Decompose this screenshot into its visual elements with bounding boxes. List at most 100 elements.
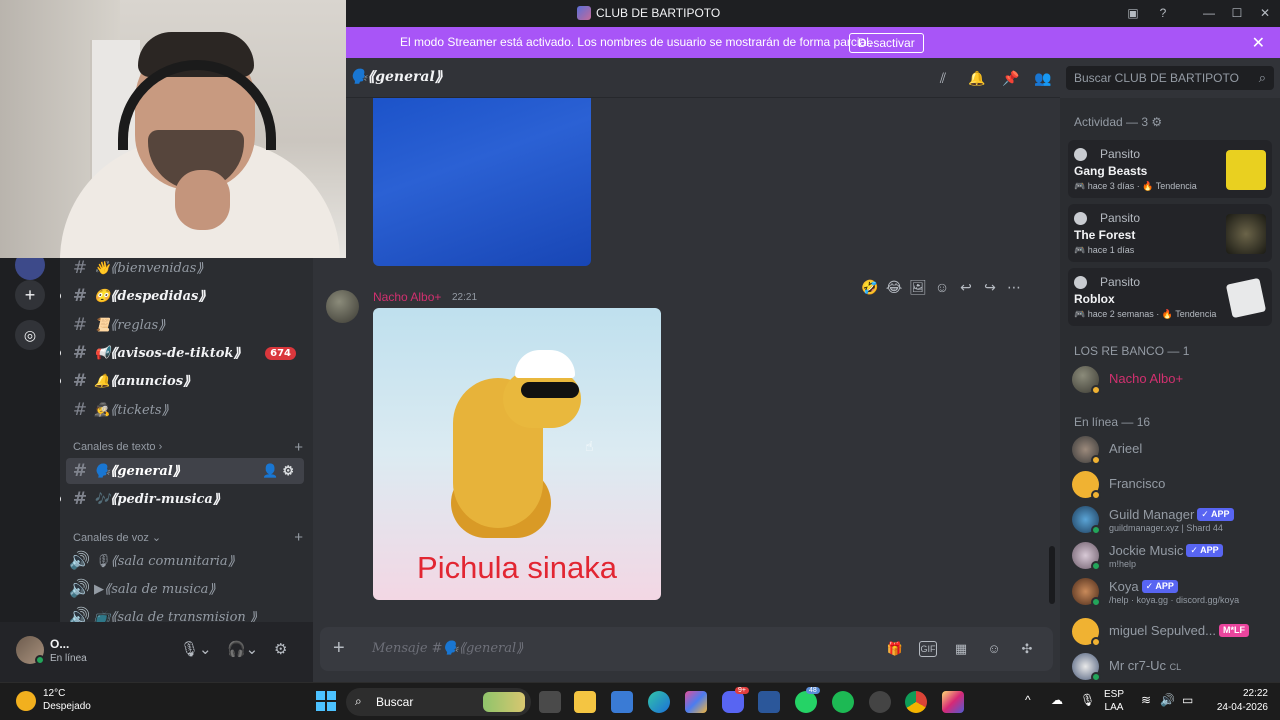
word-icon[interactable] xyxy=(758,691,780,713)
message-author[interactable]: Nacho Albo+ xyxy=(373,290,441,304)
onedrive-icon[interactable]: ☁ xyxy=(1051,693,1063,707)
channel-settings-icons[interactable]: 👤⚙ xyxy=(262,464,298,479)
gif-icon[interactable]: GIF xyxy=(919,641,937,657)
discord-icon[interactable] xyxy=(722,691,744,713)
add-channel-icon[interactable]: + xyxy=(294,439,303,456)
inbox-icon[interactable]: ▣ xyxy=(1124,4,1142,22)
idle-status-icon xyxy=(1091,455,1101,465)
image-attachment[interactable]: Pichula sinaka xyxy=(373,308,661,600)
member-item[interactable]: Mr cr7-Uc CL xyxy=(1072,651,1272,682)
activity-card[interactable]: Pansito Gang Beasts 🎮 hace 3 días · 🔥 Te… xyxy=(1068,140,1272,198)
channel-pedir-musica[interactable]: # 🎶⟪pedir-musica⟫ xyxy=(60,486,304,512)
channel-reglas[interactable]: # 📜⟪reglas⟫ xyxy=(66,312,304,338)
volume-icon[interactable]: 🔊 xyxy=(1160,693,1175,707)
language-indicator[interactable]: ESP LAA xyxy=(1104,688,1124,714)
spotify-icon[interactable] xyxy=(832,691,854,713)
taskbar-search[interactable]: ⌕ Buscar xyxy=(346,688,531,716)
forward-icon[interactable]: ↪ xyxy=(981,279,999,296)
message-timestamp: 22:21 xyxy=(452,292,478,303)
edge-icon[interactable] xyxy=(648,691,670,713)
channel-avisos-de-tiktok[interactable]: # 📢⟪avisos-de-tiktok⟫ 674 xyxy=(60,340,304,366)
channel-general[interactable]: # 🗣️⟪general⟫ 👤⚙ xyxy=(66,458,304,484)
previous-image-attachment[interactable] xyxy=(373,98,591,266)
pinned-messages-icon[interactable]: 📌 xyxy=(1002,69,1020,87)
mention-badge: 674 xyxy=(265,346,296,360)
mic-tray-icon[interactable]: 🎙 xyxy=(1080,693,1095,707)
help-icon[interactable]: ? xyxy=(1154,4,1172,22)
maximize-icon[interactable]: ☐ xyxy=(1228,4,1246,22)
activity-card[interactable]: Pansito The Forest 🎮 hace 1 días xyxy=(1068,204,1272,262)
hash-icon: # xyxy=(72,461,88,481)
taskbar-clock[interactable]: 22:22 24-04-2026 xyxy=(1210,687,1268,715)
add-reaction-icon[interactable]: ☺ xyxy=(933,279,951,295)
reaction-laugh-icon[interactable]: 🤣 xyxy=(861,279,879,296)
add-voice-channel-icon[interactable]: + xyxy=(294,529,303,546)
gear-icon[interactable]: ⚙ xyxy=(1151,115,1162,129)
voice-channels-category[interactable]: Canales de voz ⌄ + xyxy=(73,529,303,546)
activity-user: Pansito xyxy=(1100,275,1141,289)
text-channels-category[interactable]: Canales de texto › + xyxy=(73,439,303,456)
author-avatar[interactable] xyxy=(326,290,359,323)
server-search-input[interactable]: Buscar CLUB DE BARTIPOTO ⌕ xyxy=(1066,66,1274,90)
channel-bienvenidas[interactable]: # 👋⟪bienvenidas⟫ xyxy=(66,258,304,281)
discover-icon[interactable]: ◎ xyxy=(15,320,45,350)
voice-sala-de-musica[interactable]: 🔊 ▶⟪sala de musica⟫ xyxy=(66,576,304,602)
microsoft-store-icon[interactable] xyxy=(611,691,633,713)
copilot-icon[interactable] xyxy=(685,691,707,713)
keyboard-layout: LAA xyxy=(1104,702,1124,713)
channel-despedidas[interactable]: # 😳⟪despedidas⟫ xyxy=(60,283,304,309)
more-options-icon[interactable]: ⋯ xyxy=(1005,279,1023,296)
deactivate-button[interactable]: Desactivar xyxy=(849,33,924,53)
member-item[interactable]: Nacho Albo+ xyxy=(1072,364,1272,398)
chat-scrollbar[interactable] xyxy=(1049,546,1055,604)
threads-icon[interactable]: ⫽ xyxy=(934,69,952,87)
whatsapp-icon[interactable] xyxy=(795,691,817,713)
add-server-icon[interactable]: + xyxy=(15,280,45,310)
task-view-icon[interactable] xyxy=(539,691,561,713)
member-name: Koya xyxy=(1109,579,1139,594)
sticker-icon[interactable]: ▦ xyxy=(952,640,970,658)
reaction-joy-icon[interactable]: 😂 xyxy=(885,279,903,296)
tray-chevron-icon[interactable]: ^ xyxy=(1025,693,1031,707)
reaction-sticker-icon[interactable]: 🖼 xyxy=(909,279,927,296)
emoji-icon[interactable]: ☺ xyxy=(985,640,1003,658)
member-item[interactable]: Jockie Music ✓ APP m!help xyxy=(1072,540,1272,574)
close-window-icon[interactable]: ✕ xyxy=(1256,4,1274,22)
activity-game: Gang Beasts xyxy=(1074,164,1148,178)
chrome-icon[interactable] xyxy=(905,691,927,713)
wifi-icon[interactable]: ≋ xyxy=(1141,693,1151,707)
minimize-icon[interactable]: — xyxy=(1200,4,1218,22)
voice-sala-comunitaria[interactable]: 🔊 🎙⟪sala comunitaria⟫ xyxy=(66,548,304,574)
gift-icon[interactable]: 🎁 xyxy=(886,640,904,658)
message-composer[interactable]: + Mensaje #🗣️⟪general⟫ 🎁 GIF ▦ ☺ ✣ xyxy=(320,627,1053,671)
member-name: Francisco xyxy=(1109,476,1166,491)
member-item[interactable]: Francisco xyxy=(1072,469,1272,503)
file-explorer-icon[interactable] xyxy=(574,691,596,713)
chat-header: 🗣️⟪general⟫ ⫽ 🔔 📌 👥 xyxy=(346,58,1060,98)
user-settings-icon[interactable]: ⚙ xyxy=(274,640,287,658)
obs-icon[interactable] xyxy=(869,691,891,713)
reply-icon[interactable]: ↩ xyxy=(957,279,975,296)
close-banner-icon[interactable]: ✕ xyxy=(1252,33,1265,53)
battery-icon[interactable]: ▭ xyxy=(1182,693,1193,707)
member-item[interactable]: Koya ✓ APP /help · koya.gg · discord.gg/k… xyxy=(1072,576,1272,610)
headphones-icon[interactable]: 🎧⌄ xyxy=(227,640,258,658)
windows-start-icon[interactable] xyxy=(316,691,336,711)
instagram-icon[interactable] xyxy=(942,691,964,713)
activity-card[interactable]: Pansito Roblox 🎮 hace 2 semanas · 🔥 Tend… xyxy=(1068,268,1272,326)
member-list-icon[interactable]: 👥 xyxy=(1034,69,1052,87)
channel-tickets[interactable]: # 🕵️⟪tickets⟫ xyxy=(66,397,304,423)
member-item[interactable]: Arieel xyxy=(1072,434,1272,468)
channel-label: 🎙⟪sala comunitaria⟫ xyxy=(94,553,235,569)
notifications-bell-icon[interactable]: 🔔 xyxy=(968,69,986,87)
channel-anuncios[interactable]: # 🔔⟪anuncios⟫ xyxy=(60,368,304,394)
member-item[interactable]: miguel Sepulved... M*LF xyxy=(1072,616,1272,650)
attach-plus-icon[interactable]: + xyxy=(333,637,345,660)
microphone-icon[interactable]: 🎙⌄ xyxy=(180,640,212,658)
apps-icon[interactable]: ✣ xyxy=(1018,640,1036,658)
member-item[interactable]: Guild Manager ✓ APP guildmanager.xyz | Sh… xyxy=(1072,504,1272,538)
voice-sala-de-transmision[interactable]: 🔊 📺⟪sala de transmision ⟫ xyxy=(66,604,304,622)
taskbar-search-label: Buscar xyxy=(376,695,414,709)
mouse-cursor-icon: ☝ xyxy=(585,438,594,454)
user-name[interactable]: O... xyxy=(50,637,69,651)
